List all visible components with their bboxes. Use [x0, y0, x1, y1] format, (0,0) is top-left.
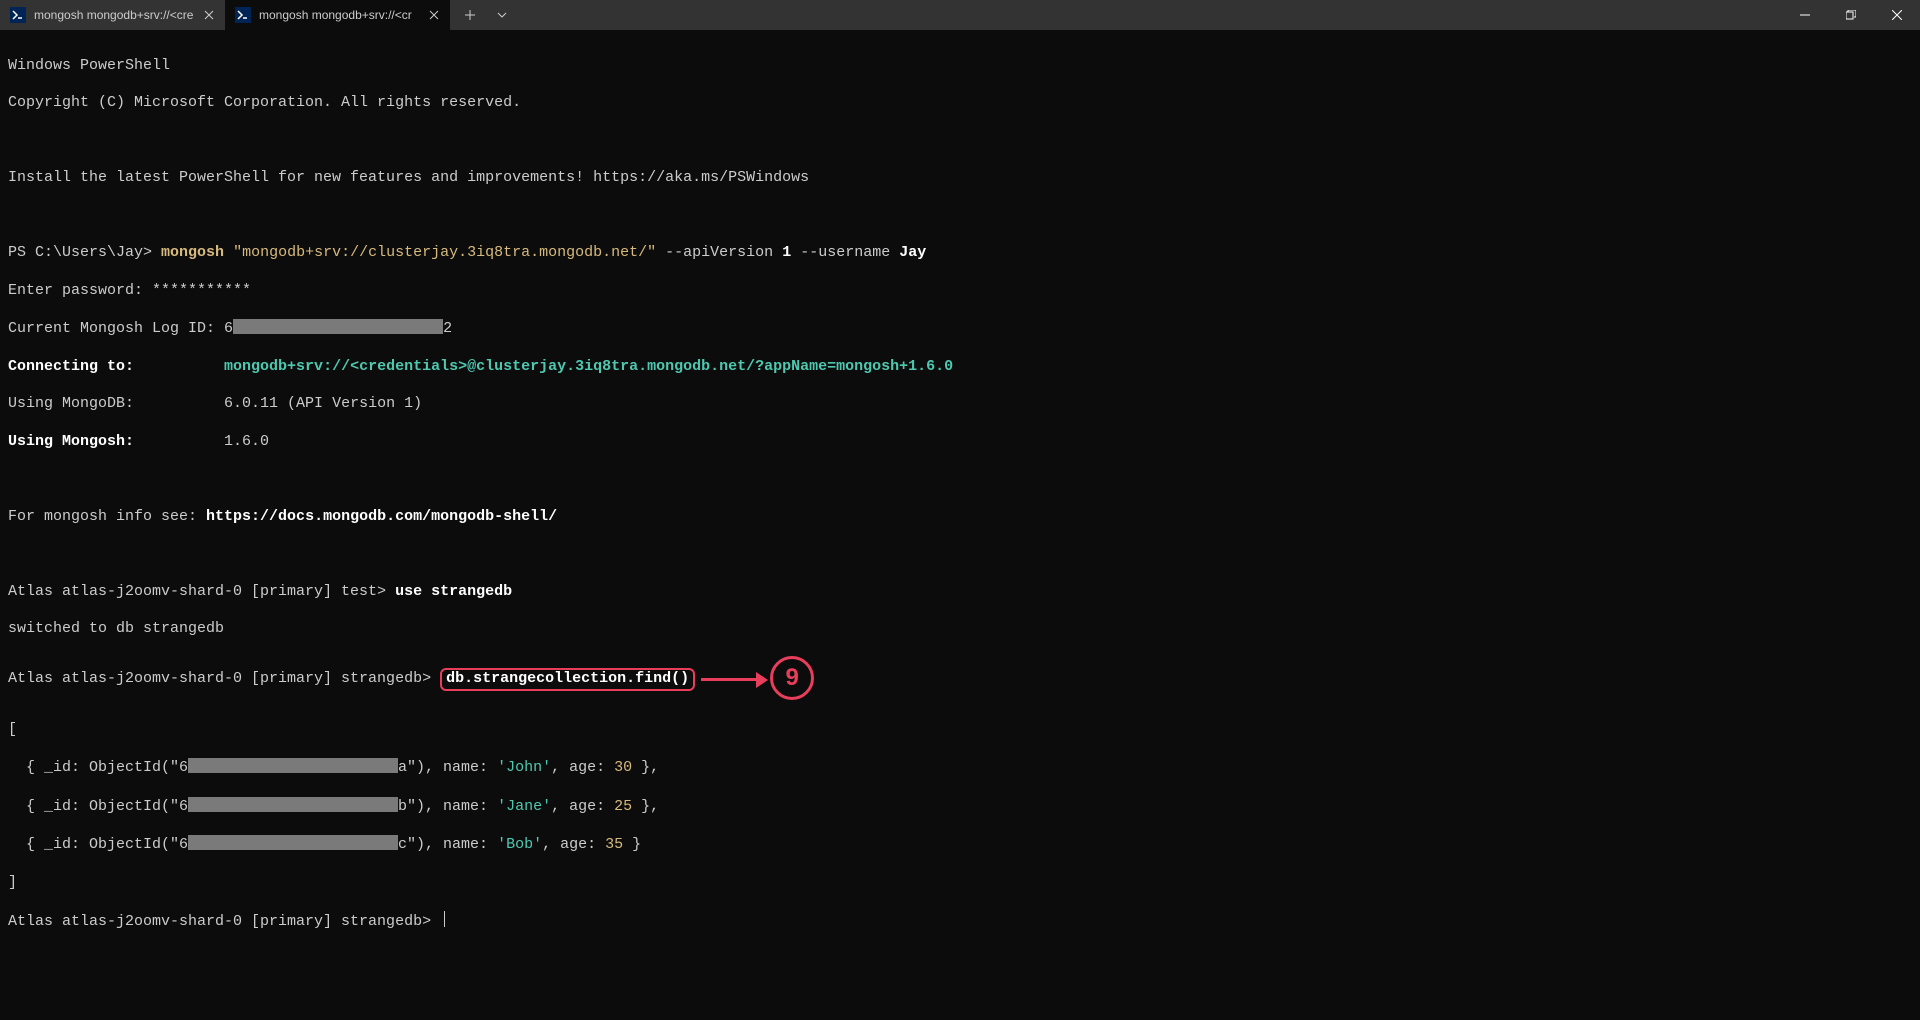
redacted-log-id: [233, 319, 443, 334]
using-mongodb-line: Using MongoDB: 6.0.11 (API Version 1): [8, 395, 1912, 414]
atlas-prompt-db: Atlas atlas-j2oomv-shard-0 [primary] str…: [8, 670, 440, 689]
info-line: For mongosh info see: https://docs.mongo…: [8, 508, 1912, 527]
cursor: [444, 911, 445, 927]
highlighted-command: db.strangecollection.find(): [440, 668, 695, 691]
array-close: ]: [8, 874, 1912, 893]
maximize-button[interactable]: [1828, 0, 1874, 30]
redacted-oid: [188, 835, 398, 850]
using-mongosh-line: Using Mongosh: 1.6.0: [8, 433, 1912, 452]
result-row-1: { _id: ObjectId("6a"), name: 'John', age…: [8, 758, 1912, 778]
enter-password-line: Enter password: ***********: [8, 282, 1912, 301]
powershell-icon: [235, 7, 251, 23]
tab-strip: mongosh mongodb+srv://<cre mongosh mongo…: [0, 0, 450, 30]
atlas-prompt-test: Atlas atlas-j2oomv-shard-0 [primary] tes…: [8, 583, 1912, 602]
annotation-arrow: [701, 672, 768, 688]
new-tab-button[interactable]: [454, 0, 486, 30]
close-button[interactable]: [1874, 0, 1920, 30]
minimize-button[interactable]: [1782, 0, 1828, 30]
log-id-line: Current Mongosh Log ID: 62: [8, 319, 1912, 339]
result-row-2: { _id: ObjectId("6b"), name: 'Jane', age…: [8, 797, 1912, 817]
header-line-1: Windows PowerShell: [8, 57, 1912, 76]
ps-command-line: PS C:\Users\Jay> mongosh "mongodb+srv://…: [8, 244, 1912, 263]
terminal-output[interactable]: Windows PowerShell Copyright (C) Microso…: [0, 30, 1920, 959]
tab-title: mongosh mongodb+srv://<cr: [259, 8, 418, 22]
array-open: [: [8, 721, 1912, 740]
redacted-oid: [188, 797, 398, 812]
powershell-icon: [10, 7, 26, 23]
install-message: Install the latest PowerShell for new fe…: [8, 169, 1912, 188]
header-line-2: Copyright (C) Microsoft Corporation. All…: [8, 94, 1912, 113]
tab-dropdown-button[interactable]: [486, 0, 518, 30]
tab-title: mongosh mongodb+srv://<cre: [34, 8, 193, 22]
redacted-oid: [188, 758, 398, 773]
annotation-step-number: 9: [770, 656, 814, 700]
tab-active[interactable]: mongosh mongodb+srv://<cr: [225, 0, 450, 30]
tab-inactive[interactable]: mongosh mongodb+srv://<cre: [0, 0, 225, 30]
switched-line: switched to db strangedb: [8, 620, 1912, 639]
window-controls: [1782, 0, 1920, 30]
tab-controls: [454, 0, 518, 30]
close-icon[interactable]: [426, 7, 442, 23]
find-command-row: Atlas atlas-j2oomv-shard-0 [primary] str…: [8, 658, 1912, 702]
result-row-3: { _id: ObjectId("6c"), name: 'Bob', age:…: [8, 835, 1912, 855]
final-prompt[interactable]: Atlas atlas-j2oomv-shard-0 [primary] str…: [8, 911, 1912, 932]
connecting-line: Connecting to: mongodb+srv://<credential…: [8, 358, 1912, 377]
close-icon[interactable]: [201, 7, 217, 23]
title-bar: mongosh mongodb+srv://<cre mongosh mongo…: [0, 0, 1920, 30]
